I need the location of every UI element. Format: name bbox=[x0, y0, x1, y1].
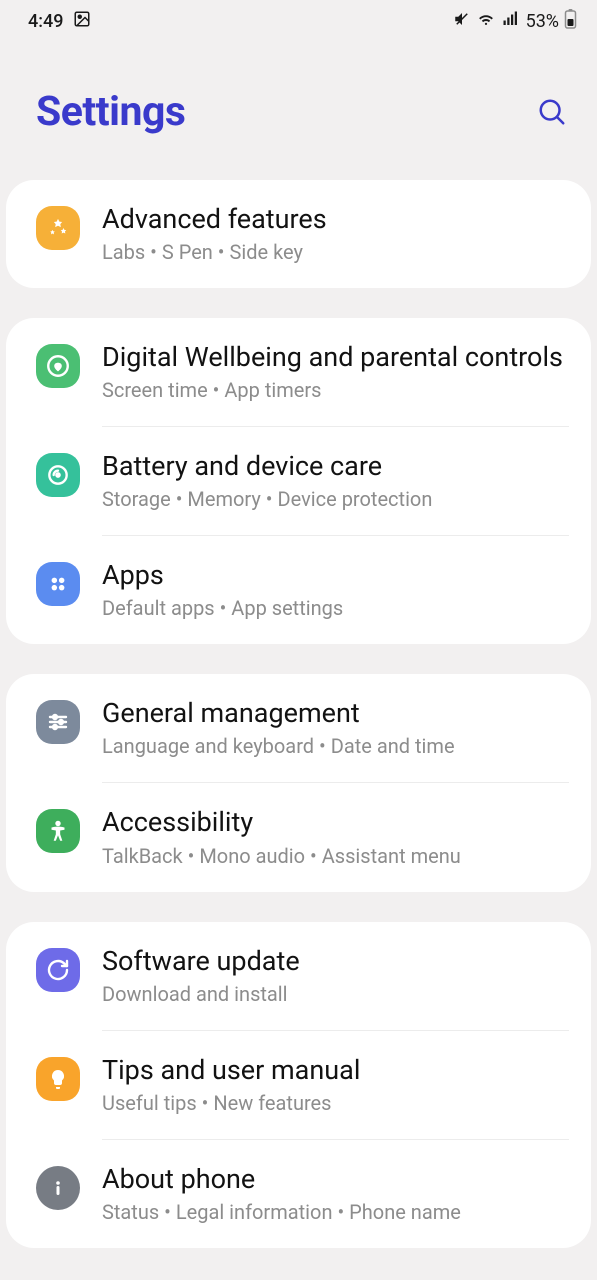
item-title: Accessibility bbox=[102, 805, 569, 840]
device-care-icon bbox=[36, 453, 80, 497]
status-right: 53% bbox=[453, 9, 577, 34]
item-title: Battery and device care bbox=[102, 449, 569, 484]
signal-icon bbox=[501, 10, 521, 33]
item-title: Advanced features bbox=[102, 202, 569, 237]
item-text: Software update Download and install bbox=[102, 944, 569, 1008]
item-text: Advanced features Labs • S Pen • Side ke… bbox=[102, 202, 569, 266]
item-digital-wellbeing[interactable]: Digital Wellbeing and parental controls … bbox=[6, 318, 591, 426]
status-left: 4:49 bbox=[28, 10, 91, 33]
item-sub: TalkBack • Mono audio • Assistant menu bbox=[102, 843, 569, 870]
header: Settings bbox=[0, 38, 597, 180]
item-text: Tips and user manual Useful tips • New f… bbox=[102, 1053, 569, 1117]
item-title: About phone bbox=[102, 1162, 569, 1197]
item-title: Digital Wellbeing and parental controls bbox=[102, 340, 569, 375]
item-sub: Download and install bbox=[102, 981, 569, 1008]
item-sub: Default apps • App settings bbox=[102, 595, 569, 622]
item-text: General management Language and keyboard… bbox=[102, 696, 569, 760]
status-bar: 4:49 53% bbox=[0, 0, 597, 38]
settings-group: Digital Wellbeing and parental controls … bbox=[6, 318, 591, 644]
gallery-icon bbox=[73, 10, 91, 33]
general-icon bbox=[36, 700, 80, 744]
wifi-icon bbox=[476, 10, 496, 33]
settings-group: General management Language and keyboard… bbox=[6, 674, 591, 891]
wellbeing-icon bbox=[36, 344, 80, 388]
item-text: Accessibility TalkBack • Mono audio • As… bbox=[102, 805, 569, 869]
item-sub: Language and keyboard • Date and time bbox=[102, 733, 569, 760]
item-sub: Useful tips • New features bbox=[102, 1090, 569, 1117]
item-sub: Labs • S Pen • Side key bbox=[102, 239, 569, 266]
item-sub: Screen time • App timers bbox=[102, 377, 569, 404]
search-icon bbox=[537, 97, 567, 127]
item-apps[interactable]: Apps Default apps • App settings bbox=[6, 536, 591, 644]
item-title: General management bbox=[102, 696, 569, 731]
item-software-update[interactable]: Software update Download and install bbox=[6, 922, 591, 1030]
item-about-phone[interactable]: About phone Status • Legal information •… bbox=[6, 1140, 591, 1248]
item-text: Digital Wellbeing and parental controls … bbox=[102, 340, 569, 404]
about-phone-icon bbox=[36, 1166, 80, 1210]
item-sub: Status • Legal information • Phone name bbox=[102, 1199, 569, 1226]
tips-icon bbox=[36, 1057, 80, 1101]
item-advanced-features[interactable]: Advanced features Labs • S Pen • Side ke… bbox=[6, 180, 591, 288]
clock: 4:49 bbox=[28, 11, 63, 32]
software-update-icon bbox=[36, 948, 80, 992]
mute-icon bbox=[453, 10, 471, 33]
item-title: Apps bbox=[102, 558, 569, 593]
item-text: Battery and device care Storage • Memory… bbox=[102, 449, 569, 513]
page-title: Settings bbox=[36, 88, 185, 136]
item-battery-device-care[interactable]: Battery and device care Storage • Memory… bbox=[6, 427, 591, 535]
item-title: Tips and user manual bbox=[102, 1053, 569, 1088]
item-title: Software update bbox=[102, 944, 569, 979]
search-button[interactable] bbox=[535, 95, 569, 129]
item-text: Apps Default apps • App settings bbox=[102, 558, 569, 622]
settings-group: Software update Download and install Tip… bbox=[6, 922, 591, 1248]
settings-group: Advanced features Labs • S Pen • Side ke… bbox=[6, 180, 591, 288]
accessibility-icon bbox=[36, 809, 80, 853]
battery-percent: 53% bbox=[526, 11, 559, 32]
item-sub: Storage • Memory • Device protection bbox=[102, 486, 569, 513]
item-tips-manual[interactable]: Tips and user manual Useful tips • New f… bbox=[6, 1031, 591, 1139]
item-general-management[interactable]: General management Language and keyboard… bbox=[6, 674, 591, 782]
item-accessibility[interactable]: Accessibility TalkBack • Mono audio • As… bbox=[6, 783, 591, 891]
item-text: About phone Status • Legal information •… bbox=[102, 1162, 569, 1226]
advanced-features-icon bbox=[36, 206, 80, 250]
apps-icon bbox=[36, 562, 80, 606]
battery-icon bbox=[564, 9, 577, 34]
